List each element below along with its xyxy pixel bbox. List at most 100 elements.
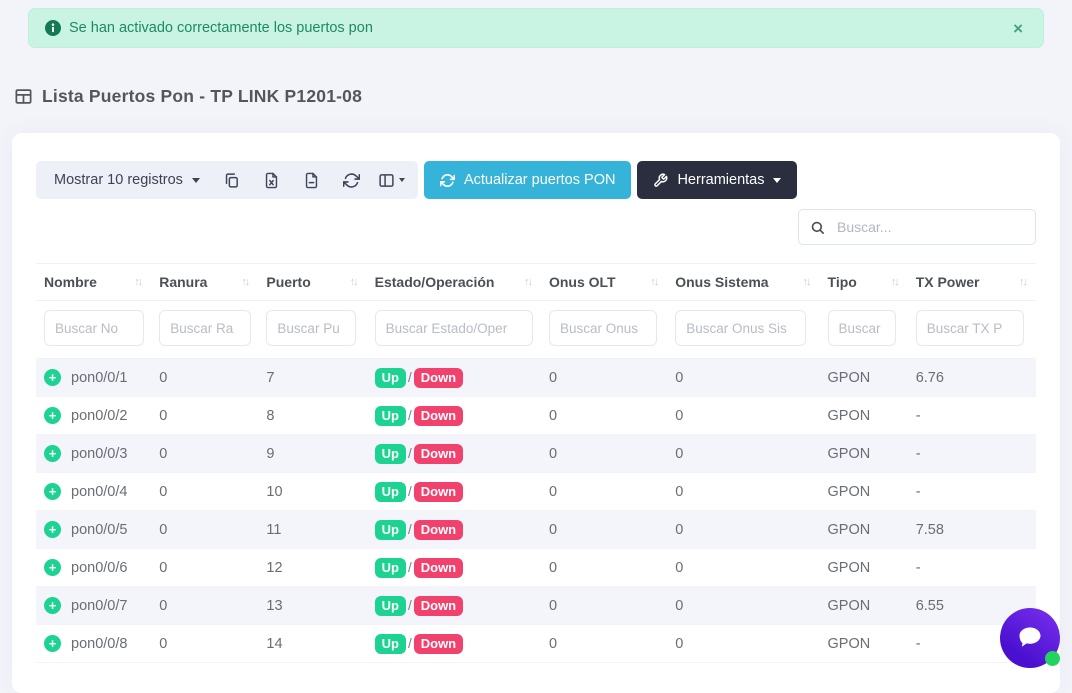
datatable-toolbar: Mostrar 10 registros Actualizar puertos … <box>36 161 1036 199</box>
global-search-box <box>798 209 1036 245</box>
status-up-badge: Up <box>375 596 406 616</box>
sync-button[interactable] <box>332 161 372 199</box>
expand-row-button[interactable] <box>44 559 61 576</box>
badge-separator: / <box>408 408 412 423</box>
file-export-button[interactable] <box>292 161 332 199</box>
tools-button-label: Herramientas <box>677 172 764 188</box>
expand-row-button[interactable] <box>44 635 61 652</box>
cell-onus-sistema: 0 <box>675 446 683 462</box>
pon-ports-table: Nombre Ranura Puerto Estado/Operación Onus O… <box>36 263 1036 663</box>
refresh-pon-ports-button[interactable]: Actualizar puertos PON <box>424 161 632 199</box>
cell-tipo: GPON <box>828 408 871 424</box>
badge-separator: / <box>408 446 412 461</box>
cell-tx-power: - <box>916 484 921 500</box>
table-row: pon0/0/8014Up/Down00GPON- <box>36 625 1036 663</box>
column-label: Estado/Operación <box>375 274 495 290</box>
status-down-badge: Down <box>414 482 463 502</box>
filter-input-ranura[interactable] <box>159 310 251 346</box>
column-visibility-icon <box>378 172 395 189</box>
excel-export-button[interactable] <box>252 161 292 199</box>
status-up-badge: Up <box>375 368 406 388</box>
cell-nombre: pon0/0/5 <box>71 522 127 538</box>
cell-tipo: GPON <box>828 522 871 538</box>
table-icon <box>14 87 33 106</box>
filter-input-onus-olt[interactable] <box>549 310 657 346</box>
sort-icon <box>650 276 657 288</box>
chat-widget-button[interactable] <box>1000 608 1060 668</box>
cell-tx-power: - <box>916 560 921 576</box>
table-header-row: Nombre Ranura Puerto Estado/Operación Onus O… <box>36 264 1036 301</box>
sort-icon <box>803 276 810 288</box>
records-per-page-dropdown[interactable]: Mostrar 10 registros <box>42 172 212 188</box>
column-header-nombre[interactable]: Nombre <box>36 264 151 301</box>
cell-ranura: 0 <box>159 408 167 424</box>
cell-nombre: pon0/0/1 <box>71 370 127 386</box>
sync-icon <box>343 172 360 189</box>
status-down-badge: Down <box>414 596 463 616</box>
status-down-badge: Down <box>414 368 463 388</box>
expand-row-button[interactable] <box>44 483 61 500</box>
expand-row-button[interactable] <box>44 369 61 386</box>
column-visibility-button[interactable] <box>372 161 412 199</box>
column-header-tx-power[interactable]: TX Power <box>908 264 1036 301</box>
sort-icon <box>350 276 357 288</box>
filter-input-puerto[interactable] <box>266 310 356 346</box>
cell-nombre: pon0/0/8 <box>71 636 127 652</box>
column-header-estado-operacion[interactable]: Estado/Operación <box>367 264 541 301</box>
filter-input-tx-power[interactable] <box>916 310 1024 346</box>
cell-puerto: 14 <box>266 636 282 652</box>
cell-puerto: 8 <box>266 408 274 424</box>
search-input[interactable] <box>835 218 1024 236</box>
cell-tx-power: 6.55 <box>916 598 944 614</box>
expand-row-button[interactable] <box>44 521 61 538</box>
cell-tipo: GPON <box>828 598 871 614</box>
badge-separator: / <box>408 484 412 499</box>
cell-onus-sistema: 0 <box>675 408 683 424</box>
chevron-down-icon <box>399 178 405 182</box>
filter-input-tipo[interactable] <box>828 310 896 346</box>
cell-onus-olt: 0 <box>549 636 557 652</box>
table-row: pon0/0/107Up/Down00GPON6.76 <box>36 359 1036 397</box>
filter-input-onus-sistema[interactable] <box>675 310 806 346</box>
table-row: pon0/0/309Up/Down00GPON- <box>36 435 1036 473</box>
filter-input-estado-operacion[interactable] <box>375 310 533 346</box>
chevron-down-icon <box>192 178 200 183</box>
badge-separator: / <box>408 560 412 575</box>
alert-close-button[interactable]: × <box>1009 18 1027 39</box>
cell-tx-power: - <box>916 636 921 652</box>
cell-tipo: GPON <box>828 484 871 500</box>
search-icon <box>810 220 825 235</box>
column-header-tipo[interactable]: Tipo <box>820 264 908 301</box>
cell-ranura: 0 <box>159 598 167 614</box>
cell-puerto: 7 <box>266 370 274 386</box>
table-row: pon0/0/4010Up/Down00GPON- <box>36 473 1036 511</box>
online-status-dot <box>1045 651 1060 666</box>
tools-dropdown-button[interactable]: Herramientas <box>637 161 797 199</box>
global-search-row <box>36 209 1036 245</box>
column-label: TX Power <box>916 274 980 290</box>
column-header-puerto[interactable]: Puerto <box>258 264 366 301</box>
filter-input-nombre[interactable] <box>44 310 144 346</box>
cell-onus-olt: 0 <box>549 408 557 424</box>
badge-separator: / <box>408 636 412 651</box>
expand-row-button[interactable] <box>44 597 61 614</box>
cell-onus-sistema: 0 <box>675 522 683 538</box>
column-label: Ranura <box>159 274 207 290</box>
chat-bubble-icon <box>1016 624 1044 652</box>
column-label: Nombre <box>44 274 97 290</box>
cell-ranura: 0 <box>159 522 167 538</box>
page-title: Lista Puertos Pon - TP LINK P1201-08 <box>42 86 362 107</box>
status-down-badge: Down <box>414 520 463 540</box>
cell-tx-power: 7.58 <box>916 522 944 538</box>
copy-button[interactable] <box>212 161 252 199</box>
column-header-onus-sistema[interactable]: Onus Sistema <box>667 264 819 301</box>
column-header-onus-olt[interactable]: Onus OLT <box>541 264 667 301</box>
cell-onus-sistema: 0 <box>675 598 683 614</box>
badge-separator: / <box>408 370 412 385</box>
table-row: pon0/0/6012Up/Down00GPON- <box>36 549 1036 587</box>
expand-row-button[interactable] <box>44 407 61 424</box>
datatable-button-group: Mostrar 10 registros <box>36 161 418 199</box>
expand-row-button[interactable] <box>44 445 61 462</box>
column-label: Tipo <box>828 274 857 290</box>
column-header-ranura[interactable]: Ranura <box>151 264 258 301</box>
